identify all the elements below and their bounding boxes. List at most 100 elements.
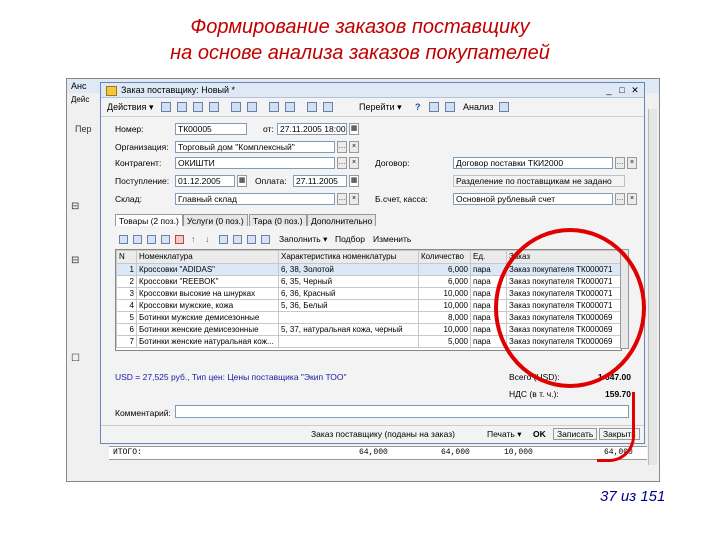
minimize-icon[interactable]: _: [604, 85, 614, 95]
counterparty-field[interactable]: ОКИШТИ: [175, 157, 335, 169]
calendar-icon[interactable]: ▦: [237, 175, 247, 187]
unpost-icon[interactable]: [247, 102, 257, 112]
row-quantity[interactable]: 10,000: [418, 299, 471, 312]
column-header-characteristic[interactable]: Характеристика номенклатуры: [278, 250, 419, 264]
calendar-icon[interactable]: ▦: [349, 175, 359, 187]
change-button[interactable]: Изменить: [373, 232, 411, 246]
row-item[interactable]: Ботинки мужские демисезонные: [136, 311, 279, 324]
row-quantity[interactable]: 8,000: [418, 311, 471, 324]
analysis-menu[interactable]: Анализ: [463, 98, 493, 116]
column-header-unit[interactable]: Ед.: [470, 250, 507, 264]
go-to-menu[interactable]: Перейти ▾: [359, 98, 402, 116]
row-quantity[interactable]: 10,000: [418, 323, 471, 336]
column-header-number[interactable]: N: [116, 250, 137, 264]
row-item[interactable]: Кроссовки высокие на шнурках: [136, 287, 279, 300]
row-characteristic[interactable]: 6, 35, Черный: [278, 275, 419, 288]
organization-select-button[interactable]: …: [337, 141, 347, 153]
add-icon[interactable]: [161, 102, 171, 112]
delete-icon[interactable]: [209, 102, 219, 112]
sort-desc-icon[interactable]: [233, 235, 242, 244]
row-quantity[interactable]: 6,000: [418, 263, 471, 276]
warehouse-select-button[interactable]: …: [337, 193, 347, 205]
tab-additional[interactable]: Дополнительно: [307, 214, 377, 226]
tree-node-icon[interactable]: ⊟: [71, 255, 91, 266]
row-item[interactable]: Кроссовки мужские, кожа: [136, 299, 279, 312]
row-quantity[interactable]: 6,000: [418, 275, 471, 288]
row-item[interactable]: Ботинки женские натуральная кож...: [136, 335, 279, 348]
copy-row-icon[interactable]: [133, 235, 142, 244]
row-item[interactable]: Кроссовки "ADIDAS": [136, 263, 279, 276]
row-characteristic[interactable]: 5, 37, натуральная кожа, черный: [278, 323, 419, 336]
organization-clear-button[interactable]: ×: [349, 141, 359, 153]
column-header-item[interactable]: Номенклатура: [136, 250, 279, 264]
maximize-icon[interactable]: □: [617, 85, 627, 95]
receipt-date-field[interactable]: 01.12.2005: [175, 175, 235, 187]
split-by-supplier-link[interactable]: Разделение по поставщикам не задано: [453, 175, 625, 187]
select-button[interactable]: Подбор: [335, 232, 365, 246]
report-icon[interactable]: [429, 102, 439, 112]
edit-icon[interactable]: [193, 102, 203, 112]
row-item[interactable]: Ботинки женские демисезонные: [136, 323, 279, 336]
search-icon[interactable]: [261, 235, 270, 244]
warehouse-clear-button[interactable]: ×: [349, 193, 359, 205]
based-on-icon[interactable]: [323, 102, 333, 112]
contract-field[interactable]: Договор поставки ТКИ2000: [453, 157, 613, 169]
end-edit-icon[interactable]: [161, 235, 170, 244]
row-characteristic[interactable]: 6, 38, Золотой: [278, 263, 419, 276]
row-characteristic[interactable]: 6, 36, Красный: [278, 287, 419, 300]
save-button[interactable]: Записать: [553, 428, 598, 440]
actions-menu[interactable]: Действия ▾: [107, 98, 153, 116]
row-characteristic[interactable]: 5, 36, Белый: [278, 299, 419, 312]
tab-packaging[interactable]: Тара (0 поз.): [249, 214, 307, 226]
background-scrollbar[interactable]: [648, 109, 657, 465]
background-actions-menu[interactable]: Дейс: [71, 95, 89, 104]
contract-select-button[interactable]: …: [615, 157, 625, 169]
add-row-icon[interactable]: [119, 235, 128, 244]
movements-icon[interactable]: [269, 102, 279, 112]
row-item[interactable]: Кроссовки "REEBOK": [136, 275, 279, 288]
tree-node-icon[interactable]: ⊟: [71, 201, 91, 212]
contract-clear-button[interactable]: ×: [627, 157, 637, 169]
row-quantity[interactable]: 5,000: [418, 335, 471, 348]
move-up-icon[interactable]: ↑: [191, 232, 195, 246]
account-select-button[interactable]: …: [615, 193, 625, 205]
organization-field[interactable]: Торговый дом "Комплексный": [175, 141, 335, 153]
tab-services[interactable]: Услуги (0 поз.): [183, 214, 248, 226]
delete-row-icon[interactable]: [175, 235, 184, 244]
number-field[interactable]: ТК00005: [175, 123, 247, 135]
price-type-link[interactable]: USD = 27,525 руб., Тип цен: Цены поставщ…: [115, 372, 347, 382]
counterparty-select-button[interactable]: …: [337, 157, 347, 169]
row-quantity[interactable]: 10,000: [418, 287, 471, 300]
sort-asc-icon[interactable]: [219, 235, 228, 244]
help-icon[interactable]: ?: [415, 98, 421, 116]
account-clear-button[interactable]: ×: [627, 193, 637, 205]
payment-date-field[interactable]: 27.11.2005: [293, 175, 347, 187]
close-icon[interactable]: ✕: [630, 85, 640, 95]
post-icon[interactable]: [231, 102, 241, 112]
order-printout-link[interactable]: Заказ поставщику (поданы на заказ): [311, 426, 455, 442]
tab-goods[interactable]: Товары (2 поз.): [115, 214, 183, 226]
print-menu[interactable]: Печать ▾: [487, 426, 522, 442]
print-icon[interactable]: [307, 102, 317, 112]
row-characteristic[interactable]: [278, 335, 419, 348]
go-to-label: Перейти: [359, 102, 395, 112]
chart-icon[interactable]: [499, 102, 509, 112]
filter-icon[interactable]: [247, 235, 256, 244]
date-field[interactable]: 27.11.2005 18:00:00: [277, 123, 347, 135]
edit-row-icon[interactable]: [147, 235, 156, 244]
comment-field[interactable]: [175, 405, 629, 418]
move-down-icon[interactable]: ↓: [205, 232, 209, 246]
account-field[interactable]: Основной рублевый счет: [453, 193, 613, 205]
counterparty-clear-button[interactable]: ×: [349, 157, 359, 169]
slide-counter: 37 из 151: [600, 488, 666, 505]
calendar-icon[interactable]: ▦: [349, 123, 359, 135]
tree-node-icon[interactable]: ☐: [71, 353, 91, 364]
column-header-quantity[interactable]: Количество: [418, 250, 471, 264]
table-icon[interactable]: [445, 102, 455, 112]
ok-button[interactable]: OK: [533, 426, 546, 442]
warehouse-field[interactable]: Главный склад: [175, 193, 335, 205]
copy-icon[interactable]: [177, 102, 187, 112]
structure-icon[interactable]: [285, 102, 295, 112]
fill-menu[interactable]: Заполнить ▾: [279, 232, 327, 246]
row-characteristic[interactable]: [278, 311, 419, 324]
